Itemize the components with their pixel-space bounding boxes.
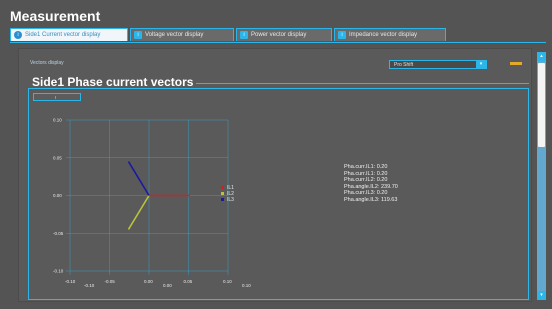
readout-line: Pha.angle.IL3: 119.63 (344, 196, 398, 203)
readout-line: Pha.curr.IL1: 0.20 (344, 170, 388, 177)
x-tick-label: 0.00 (144, 279, 153, 284)
app-window: Measurement i Side1 Current vector displ… (0, 0, 552, 309)
phase-vector-il3 (127, 161, 150, 196)
readout-line: Pha.curr.IL1: 0.20 (344, 164, 388, 170)
x-tick-label: 0.00 (163, 283, 172, 288)
x-tick-label: -0.10 (84, 283, 95, 288)
x-tick-label: -0.10 (65, 279, 76, 284)
scroll-down-icon[interactable]: ▾ (537, 291, 546, 300)
readout-line: Pha.curr.IL3: 0.20 (344, 190, 388, 197)
chart-legend: IL1IL2IL3 (221, 185, 234, 203)
y-tick-label: 0.00 (53, 193, 62, 198)
measurement-readouts: Pha.curr.IL1: 0.20 Pha.curr.IL1: 0.20 Ph… (344, 164, 398, 204)
legend-swatch (221, 198, 224, 201)
scroll-thumb[interactable] (538, 63, 545, 147)
phase-vector-chart: 0.100.050.00-0.05-0.10-0.10 -0.05 0.00 0.05… (53, 118, 251, 289)
phase-vector-il2 (127, 195, 150, 230)
y-tick-label: -0.10 (53, 269, 64, 274)
y-tick-label: -0.05 (53, 231, 64, 236)
readout-line: Pha.curr.IL2: 0.20 (344, 177, 388, 184)
scroll-up-icon[interactable]: ▴ (537, 52, 546, 61)
x-tick-label: 0.05 (184, 279, 193, 284)
x-tick-label: -0.05 (105, 279, 116, 284)
y-tick-label: 0.05 (53, 155, 62, 160)
x-tick-label: 0.10 (242, 283, 251, 288)
legend-swatch (221, 192, 224, 195)
x-tick-label: 0.10 (223, 279, 232, 284)
chart-ticks: 0.100.050.00-0.05-0.10-0.10 -0.05 0.00 0.05… (53, 118, 251, 289)
legend-label: IL3 (227, 197, 234, 203)
y-tick-label: 0.10 (53, 118, 62, 123)
legend-swatch (221, 186, 224, 189)
readout-line: Pha.angle.IL2: 239.70 (344, 183, 398, 190)
